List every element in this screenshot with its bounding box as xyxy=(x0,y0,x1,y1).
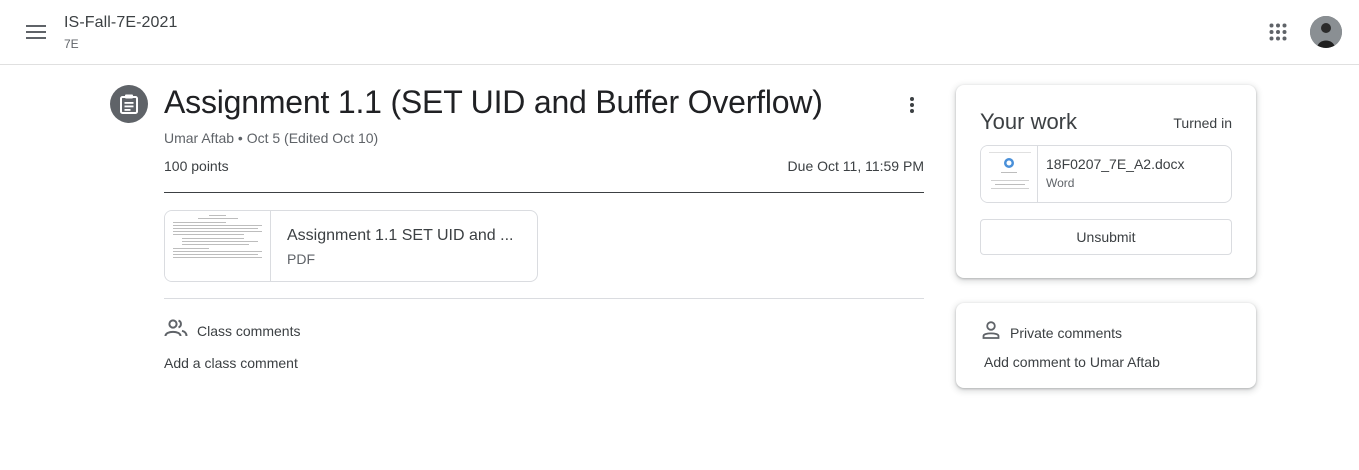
user-avatar[interactable] xyxy=(1310,16,1342,48)
class-comments-label: Class comments xyxy=(197,322,301,339)
attachment-name: Assignment 1.1 SET UID and ... xyxy=(287,227,514,244)
your-work-title: Your work xyxy=(980,109,1078,134)
attachment-card[interactable]: Assignment 1.1 SET UID and ... PDF xyxy=(164,210,538,282)
attachment-type: PDF xyxy=(287,251,315,267)
hamburger-menu-icon[interactable] xyxy=(20,16,52,48)
course-section: 7E xyxy=(64,37,79,51)
your-work-card: Your work Turned in 18F0207_7E_A2.docx W… xyxy=(956,85,1256,278)
google-apps-icon[interactable] xyxy=(1264,18,1292,46)
more-vert-icon[interactable] xyxy=(898,90,926,120)
submission-status: Turned in xyxy=(1173,115,1232,131)
class-comments-header: Class comments xyxy=(164,318,300,343)
assignment-points: 100 points xyxy=(164,158,229,174)
comments-divider xyxy=(164,298,924,299)
submitted-file[interactable]: 18F0207_7E_A2.docx Word xyxy=(980,145,1232,203)
assignment-meta: Umar Aftab • Oct 5 (Edited Oct 10) xyxy=(164,130,379,146)
private-comments-header: Private comments xyxy=(982,321,1122,344)
unsubmit-button[interactable]: Unsubmit xyxy=(980,219,1232,255)
private-comments-card: Private comments Add comment to Umar Aft… xyxy=(956,303,1256,388)
course-title[interactable]: IS-Fall-7E-2021 xyxy=(64,14,178,32)
person-icon xyxy=(982,321,1000,344)
submitted-file-name: 18F0207_7E_A2.docx xyxy=(1046,156,1185,172)
assignment-due-date: Due Oct 11, 11:59 PM xyxy=(787,158,924,174)
top-bar: IS-Fall-7E-2021 7E xyxy=(0,0,1359,65)
add-class-comment-button[interactable]: Add a class comment xyxy=(164,355,298,371)
submitted-file-type: Word xyxy=(1046,176,1075,190)
assignment-title: Assignment 1.1 (SET UID and Buffer Overf… xyxy=(164,84,823,120)
header-divider xyxy=(164,192,924,193)
pdf-thumbnail xyxy=(165,211,271,281)
add-private-comment-button[interactable]: Add comment to Umar Aftab xyxy=(984,354,1160,370)
docx-thumbnail xyxy=(981,146,1038,202)
people-icon xyxy=(164,318,188,343)
assignment-icon xyxy=(110,85,148,123)
private-comments-label: Private comments xyxy=(1010,324,1123,341)
